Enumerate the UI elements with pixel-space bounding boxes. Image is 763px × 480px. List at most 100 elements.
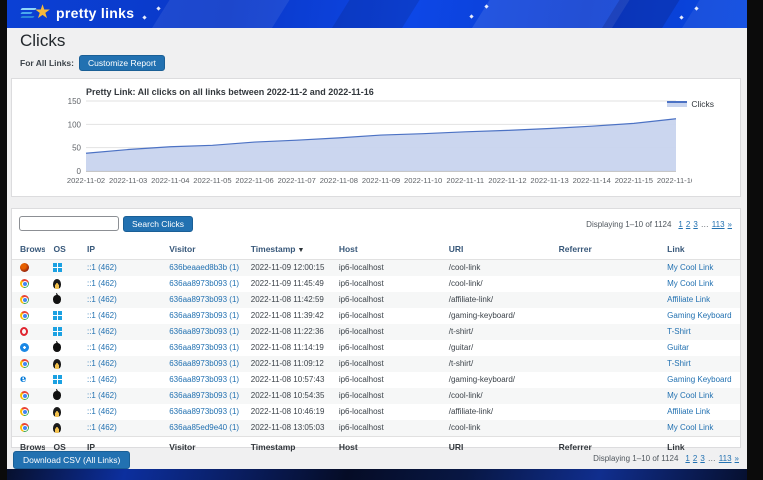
page-link[interactable]: 2: [686, 220, 690, 229]
page-link[interactable]: 3: [693, 220, 697, 229]
pretty-link[interactable]: Gaming Keyboard: [667, 311, 731, 320]
column-header-uri[interactable]: URI: [441, 239, 551, 260]
ip-link[interactable]: ::1 (462): [87, 343, 117, 352]
os-cell: [45, 276, 78, 292]
chrome-icon: [20, 311, 29, 320]
column-header-visitor[interactable]: Visitor: [161, 436, 243, 457]
timestamp-cell: 2022-11-08 11:22:36: [243, 324, 331, 340]
pretty-link[interactable]: T-Shirt: [667, 359, 691, 368]
column-header-ip[interactable]: IP: [79, 239, 161, 260]
referrer-cell: [551, 420, 659, 437]
uri-cell: /cool-link/: [441, 388, 551, 404]
timestamp-cell: 2022-11-08 10:46:19: [243, 404, 331, 420]
visitor-link[interactable]: 636aa8973b093 (1): [169, 279, 239, 288]
pretty-link[interactable]: My Cool Link: [667, 391, 713, 400]
clicks-chart-card: Pretty Link: All clicks on all links bet…: [11, 78, 741, 197]
page-link[interactable]: 1: [678, 220, 682, 229]
column-header-timestamp[interactable]: Timestamp: [243, 436, 331, 457]
browser-cell: [12, 260, 45, 276]
pretty-link[interactable]: Affiliate Link: [667, 295, 710, 304]
referrer-cell: [551, 324, 659, 340]
page-link[interactable]: »: [735, 454, 739, 463]
ip-cell: ::1 (462): [79, 324, 161, 340]
table-row: ::1 (462) 636aa8973b093 (1) 2022-11-08 1…: [12, 340, 740, 356]
visitor-cell: 636aa8973b093 (1): [161, 340, 243, 356]
visitor-link[interactable]: 636aa85ed9e40 (1): [169, 423, 239, 432]
ip-link[interactable]: ::1 (462): [87, 279, 117, 288]
ip-link[interactable]: ::1 (462): [87, 423, 117, 432]
column-header-host[interactable]: Host: [331, 436, 441, 457]
host-cell: ip6-localhost: [331, 420, 441, 437]
banner-stripe: [138, 0, 295, 28]
search-clicks-button[interactable]: Search Clicks: [123, 216, 193, 232]
table-row: ::1 (462) 636aa8973b093 (1) 2022-11-08 1…: [12, 308, 740, 324]
visitor-link[interactable]: 636aa8973b093 (1): [169, 391, 239, 400]
pretty-link[interactable]: T-Shirt: [667, 327, 691, 336]
chrome-icon: [20, 407, 29, 416]
os-cell: [45, 420, 78, 437]
visitor-link[interactable]: 636aa8973b093 (1): [169, 343, 239, 352]
table-row: ::1 (462) 636aa8973b093 (1) 2022-11-08 1…: [12, 356, 740, 372]
column-header-visitor[interactable]: Visitor: [161, 239, 243, 260]
customize-report-button[interactable]: Customize Report: [79, 55, 165, 71]
windows-icon: [53, 263, 62, 272]
browser-cell: [12, 356, 45, 372]
linux-icon: [53, 359, 61, 369]
table-row: e ::1 (462) 636aa8973b093 (1) 2022-11-08…: [12, 372, 740, 388]
filter-row: For All Links: Customize Report: [20, 55, 165, 71]
visitor-link[interactable]: 636aa8973b093 (1): [169, 327, 239, 336]
page-link[interactable]: 1: [685, 454, 689, 463]
host-cell: ip6-localhost: [331, 356, 441, 372]
link-cell: Gaming Keyboard: [659, 308, 740, 324]
column-header-referrer[interactable]: Referrer: [551, 239, 659, 260]
legend-label: Clicks: [691, 99, 714, 109]
ip-link[interactable]: ::1 (462): [87, 375, 117, 384]
visitor-link[interactable]: 636aa8973b093 (1): [169, 311, 239, 320]
download-csv-button[interactable]: Download CSV (All Links): [13, 451, 130, 469]
ip-link[interactable]: ::1 (462): [87, 295, 117, 304]
page-link[interactable]: 113: [719, 454, 732, 463]
ip-link[interactable]: ::1 (462): [87, 407, 117, 416]
column-header-host[interactable]: Host: [331, 239, 441, 260]
svg-text:2022-11-13: 2022-11-13: [530, 176, 568, 185]
column-header-link[interactable]: Link: [659, 239, 740, 260]
ip-link[interactable]: ::1 (462): [87, 311, 117, 320]
pretty-link[interactable]: My Cool Link: [667, 279, 713, 288]
visitor-link[interactable]: 636beaaed8b3b (1): [169, 263, 239, 272]
page-link[interactable]: »: [728, 220, 732, 229]
svg-text:2022-11-07: 2022-11-07: [278, 176, 316, 185]
pretty-links-logo: ★ pretty links: [21, 3, 134, 23]
page-link[interactable]: 3: [700, 454, 704, 463]
banner-stripe: [318, 0, 425, 28]
search-input[interactable]: [19, 216, 119, 231]
pretty-link[interactable]: Gaming Keyboard: [667, 375, 731, 384]
table-row: ::1 (462) 636aa8973b093 (1) 2022-11-08 1…: [12, 388, 740, 404]
pretty-link[interactable]: My Cool Link: [667, 423, 713, 432]
pretty-link[interactable]: Affiliate Link: [667, 407, 710, 416]
ip-cell: ::1 (462): [79, 340, 161, 356]
column-header-uri[interactable]: URI: [441, 436, 551, 457]
pretty-link[interactable]: Guitar: [667, 343, 689, 352]
ip-link[interactable]: ::1 (462): [87, 359, 117, 368]
visitor-link[interactable]: 636aa8973b093 (1): [169, 407, 239, 416]
bottom-bar: [7, 469, 747, 480]
page-title: Clicks: [20, 31, 65, 51]
ip-link[interactable]: ::1 (462): [87, 263, 117, 272]
host-cell: ip6-localhost: [331, 372, 441, 388]
visitor-link[interactable]: 636aa8973b093 (1): [169, 375, 239, 384]
column-header-browser[interactable]: Browser: [12, 239, 45, 260]
page-link[interactable]: 113: [712, 220, 725, 229]
ip-link[interactable]: ::1 (462): [87, 391, 117, 400]
column-header-timestamp[interactable]: Timestamp▼: [243, 239, 331, 260]
svg-text:2022-11-05: 2022-11-05: [193, 176, 231, 185]
pretty-link[interactable]: My Cool Link: [667, 263, 713, 272]
chrome-icon: [20, 359, 29, 368]
column-header-os[interactable]: OS: [45, 239, 78, 260]
visitor-link[interactable]: 636aa8973b093 (1): [169, 359, 239, 368]
page-link[interactable]: 2: [693, 454, 697, 463]
ip-link[interactable]: ::1 (462): [87, 327, 117, 336]
browser-cell: [12, 324, 45, 340]
uri-cell: /affiliate-link/: [441, 404, 551, 420]
visitor-link[interactable]: 636aa8973b093 (1): [169, 295, 239, 304]
sparkle-icon: [156, 6, 160, 10]
